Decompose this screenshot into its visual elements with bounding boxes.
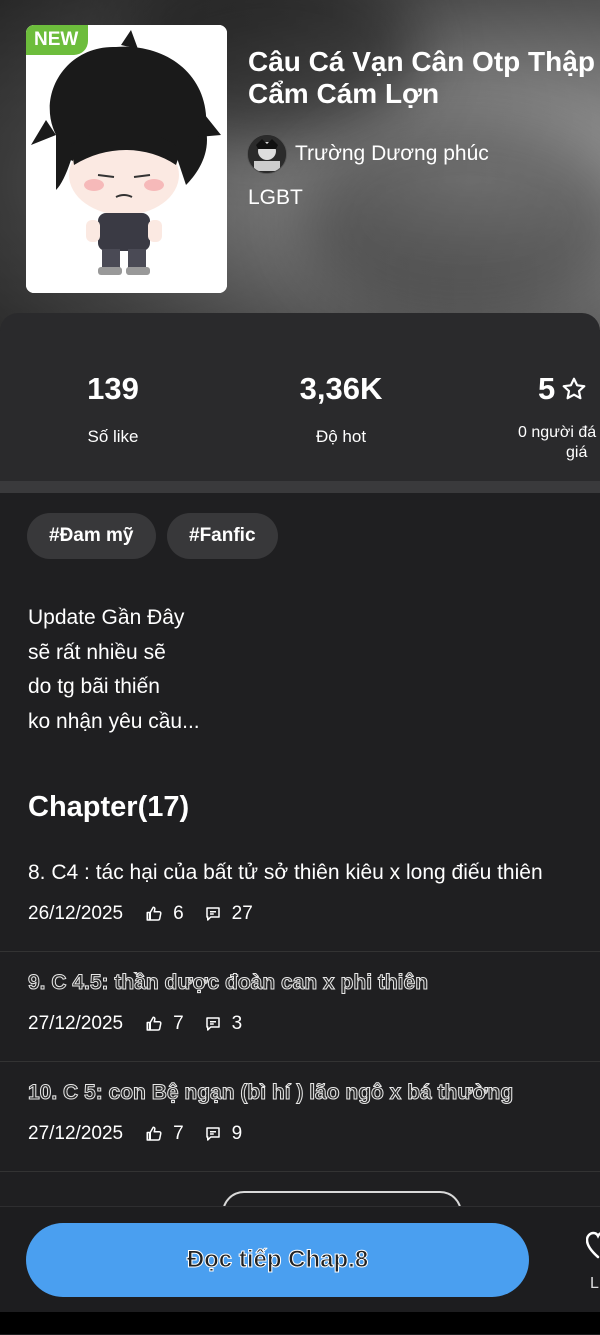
chapter-like-count: 7 xyxy=(173,1123,184,1144)
chapter-comment-count: 9 xyxy=(231,1123,243,1144)
description-line: ko nhận yêu cầu... xyxy=(28,709,200,733)
description-line: do tg bãi thiến xyxy=(28,675,160,698)
story-cover[interactable]: NEW xyxy=(26,25,227,293)
chapter-meta: 27/12/2025 7 3 xyxy=(28,1013,262,1035)
comment-icon xyxy=(204,905,222,923)
continue-reading-button[interactable]: Đọc tiếp Chap.8 xyxy=(26,1223,529,1297)
rating-label-line1: 0 người đá xyxy=(518,424,597,441)
chapter-meta: 26/12/2025 6 27 xyxy=(28,903,273,925)
rating-label-line2: giá xyxy=(566,444,588,461)
system-nav-strip xyxy=(0,1312,600,1334)
author-link[interactable]: Trường Dương phúc xyxy=(247,134,489,174)
comment-icon xyxy=(204,1015,222,1033)
author-name: Trường Dương phúc xyxy=(295,142,489,165)
likes-label: Số like xyxy=(87,427,139,446)
genre-label[interactable]: LGBT xyxy=(248,186,303,210)
section-divider xyxy=(0,481,600,493)
chapter-meta: 27/12/2025 7 9 xyxy=(28,1123,262,1145)
description-line: Update Gần Đây xyxy=(28,606,185,629)
new-badge: NEW xyxy=(26,25,89,55)
chapter-date: 27/12/2025 xyxy=(28,1123,124,1144)
cover-illustration xyxy=(26,25,227,293)
stat-hot: 3,36K Độ hot xyxy=(276,371,406,447)
chapter-item[interactable]: 10. C 5: con Bệ ngạn (bì hí ) lão ngô x … xyxy=(0,1061,600,1172)
chapter-comment-count: 3 xyxy=(231,1013,243,1034)
stat-rating[interactable]: 5 0 người đá giá xyxy=(510,371,600,463)
chapter-title: 8. C4 : tác hại của bất tử sở thiên kiêu… xyxy=(28,861,543,884)
rating-label: 0 người đá giá xyxy=(510,423,600,463)
chapter-item[interactable]: 9. C 4.5: thần dược đoàn can x phi thiên… xyxy=(0,951,600,1062)
heart-icon[interactable] xyxy=(585,1231,600,1266)
stat-likes: 139 Số like xyxy=(60,371,166,447)
hot-label: Độ hot xyxy=(315,427,367,446)
description-line: sẽ rất nhiều sẽ xyxy=(28,640,166,664)
rating-value: 5 xyxy=(538,371,556,406)
tag-dam-my[interactable]: #Đam mỹ xyxy=(27,513,156,559)
comment-icon xyxy=(204,1125,222,1143)
details-panel: 139 Số like 3,36K Độ hot 5 0 người đá gi… xyxy=(0,313,600,1335)
story-title: Câu Cá Vạn Cân Otp Thập Cẩm Cám Lợn xyxy=(248,46,600,110)
stats-row: 139 Số like 3,36K Độ hot 5 0 người đá gi… xyxy=(0,313,600,481)
chapter-like-count: 7 xyxy=(173,1013,184,1034)
tag-fanfic[interactable]: #Fanfic xyxy=(167,513,278,559)
chapter-title: 10. C 5: con Bệ ngạn (bì hí ) lão ngô x … xyxy=(27,1081,514,1105)
story-title-line2: Cẩm Cám Lợn xyxy=(248,78,440,109)
rating-value-row: 5 xyxy=(510,371,600,407)
thumbs-up-icon xyxy=(145,1015,163,1033)
thumbs-up-icon xyxy=(145,905,163,923)
chapter-date: 26/12/2025 xyxy=(28,903,124,924)
story-title-line1: Câu Cá Vạn Cân Otp Thập xyxy=(248,46,595,77)
chapter-title: 9. C 4.5: thần dược đoàn can x phi thiên xyxy=(27,971,429,995)
hot-count: 3,36K xyxy=(299,371,383,406)
chapter-list-heading: Chapter(17) xyxy=(28,791,190,823)
avatar-image xyxy=(248,135,286,173)
star-outline-icon xyxy=(562,377,586,400)
chapter-date: 27/12/2025 xyxy=(28,1013,124,1034)
thumbs-up-icon xyxy=(145,1125,163,1143)
side-action-label: L xyxy=(590,1275,599,1292)
story-description[interactable]: Update Gần Đây sẽ rất nhiều sẽ do tg bãi… xyxy=(28,601,200,739)
chapter-like-count: 6 xyxy=(173,903,184,924)
author-avatar xyxy=(247,134,287,174)
chapter-item[interactable]: 8. C4 : tác hại của bất tử sở thiên kiêu… xyxy=(0,841,600,952)
chapter-comment-count: 27 xyxy=(231,903,253,924)
likes-count: 139 xyxy=(87,371,139,406)
